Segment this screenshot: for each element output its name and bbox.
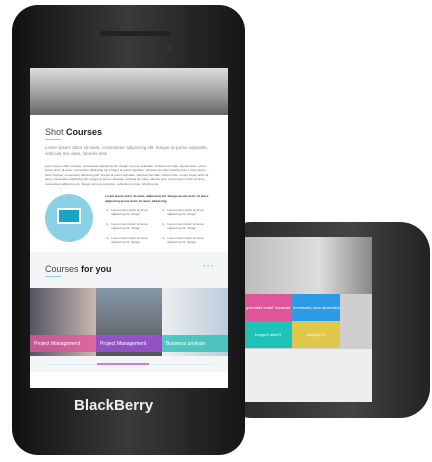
course-card[interactable]: Business analysis — [162, 288, 228, 357]
camera-icon — [167, 45, 173, 51]
tile-internship[interactable]: Internship work placement — [292, 294, 340, 321]
list-item: ✦ Lorem ipsum dolor sit amet, adipiscing … — [105, 236, 149, 245]
list-item: ✦ Lorem ipsum dolor sit amet, adipiscing … — [105, 208, 149, 217]
carousel-progress — [45, 363, 213, 366]
list-title: Lorem ipsum dolor sit amet, adipiscing e… — [105, 194, 209, 203]
tile-advance-talent[interactable]: Advance Talent Matching — [244, 294, 292, 321]
back-phone-screen: Advance Talent Matching Internship work … — [240, 237, 372, 402]
list-item: ✦ Lorem ipsum dolor sit amet, adipiscing … — [161, 208, 205, 217]
blackberry-logo: BlackBerry — [74, 397, 154, 414]
course-card[interactable]: Project Management — [96, 288, 162, 357]
laptop-icon — [57, 208, 81, 225]
front-phone: Shot Courses Lorem ipsum dolor sit amet,… — [12, 5, 245, 455]
front-phone-screen: Shot Courses Lorem ipsum dolor sit amet,… — [30, 68, 228, 388]
body-text: Lorem ipsum dolor sit amet, consectetur … — [45, 163, 209, 186]
tile-thesis-support[interactable]: Thesis Support — [244, 321, 292, 348]
courses-title: Courses for you — [45, 264, 112, 275]
speaker-grille — [100, 31, 170, 36]
carousel-dots[interactable]: • • • — [203, 264, 213, 282]
list-item: ✦ Lorem ipsum dolor sit amet, adipiscing … — [161, 236, 205, 245]
section-title: Shot Courses — [45, 127, 103, 137]
list-item: ✦ Lorem ipsum dolor sit amet, adipiscing … — [161, 222, 205, 231]
diamond-icon: ✦ — [105, 208, 110, 215]
hero-image — [30, 68, 228, 115]
title-underline — [45, 139, 61, 140]
laptop-illustration — [45, 194, 93, 243]
back-phone: Advance Talent Matching Internship work … — [232, 222, 430, 418]
course-card[interactable]: Project Management — [30, 288, 96, 357]
diamond-icon: ✦ — [105, 236, 110, 243]
back-hero-image — [240, 237, 372, 294]
list-item: ✦ Lorem ipsum dolor sit amet, adipiscing … — [105, 222, 149, 231]
diamond-icon: ✦ — [105, 222, 110, 229]
diamond-icon: ✦ — [161, 236, 166, 243]
tile-it-support[interactable]: IT Support — [292, 321, 340, 348]
lead-text: Lorem ipsum dolor sit amet, consectetur … — [45, 145, 209, 157]
back-bottom-image — [240, 349, 372, 402]
diamond-icon: ✦ — [161, 208, 166, 215]
diamond-icon: ✦ — [161, 222, 166, 229]
